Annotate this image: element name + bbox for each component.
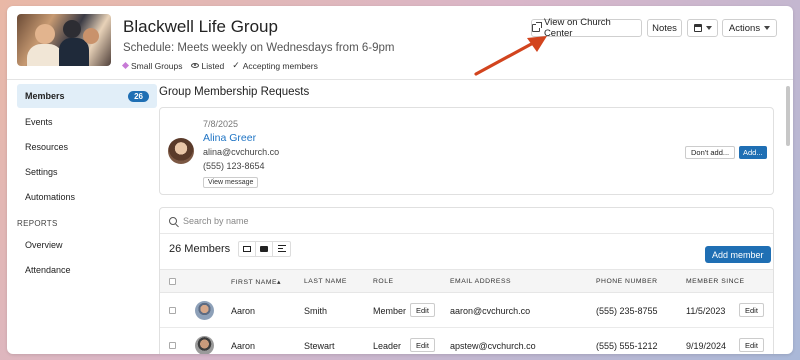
sidebar-item-events[interactable]: Events — [17, 109, 157, 134]
sidebar-item-settings[interactable]: Settings — [17, 159, 157, 184]
table-header: FIRST NAME▴ LAST NAME ROLE EMAIL ADDRESS… — [160, 269, 773, 293]
select-all-checkbox[interactable] — [169, 278, 176, 285]
cell-role: Leader — [373, 341, 402, 351]
cell-role: Member — [373, 306, 407, 316]
printer-icon — [260, 245, 269, 252]
cell-member-since: 11/5/2023 — [686, 306, 726, 316]
search-input[interactable] — [183, 215, 483, 226]
group-schedule: Schedule: Meets weekly on Wednesdays fro… — [123, 42, 395, 54]
requester-email: alina@cvchurch.co — [203, 147, 280, 157]
sidebar-item-members[interactable]: Members 26 — [17, 84, 157, 108]
annotation-arrow — [474, 36, 547, 76]
envelope-icon — [243, 245, 252, 252]
add-member-button[interactable]: Add member — [705, 246, 771, 263]
diamond-icon — [121, 61, 130, 70]
cell-phone: (555) 235-8755 — [596, 306, 658, 316]
edit-role-button[interactable]: Edit — [410, 338, 435, 352]
chevron-down-icon — [764, 26, 771, 30]
table-row[interactable]: Aaron Smith Member Edit aaron@cvchurch.c… — [160, 294, 773, 328]
actions-button[interactable]: Actions — [722, 19, 777, 37]
requester-phone: (555) 123-8654 — [203, 161, 265, 171]
membership-request-card: 7/8/2025 Alina Greer alina@cvchurch.co (… — [159, 107, 774, 195]
search-icon — [169, 216, 177, 225]
column-header-role[interactable]: ROLE — [373, 278, 394, 285]
print-button[interactable] — [256, 241, 274, 256]
column-header-phone[interactable]: PHONE NUMBER — [596, 278, 658, 285]
cell-first-name: Aaron — [231, 306, 256, 316]
avatar — [168, 138, 194, 164]
calendar-dropdown-button[interactable] — [687, 19, 718, 37]
cell-last-name: Smith — [304, 306, 328, 316]
row-checkbox[interactable] — [169, 342, 176, 349]
member-count-badge: 26 — [128, 90, 149, 102]
column-header-last-name[interactable]: LAST NAME — [304, 278, 347, 285]
columns-button[interactable] — [273, 242, 290, 256]
avatar — [195, 336, 214, 354]
column-header-first-name[interactable]: FIRST NAME▴ — [231, 278, 281, 286]
requester-name-link[interactable]: Alina Greer — [203, 132, 256, 144]
tag-accepting-members: ✓ Accepting members — [232, 60, 318, 71]
members-count: 26 Members — [169, 242, 231, 255]
table-tools — [238, 240, 292, 257]
chevron-down-icon — [705, 26, 712, 30]
view-message-button[interactable]: View message — [203, 177, 259, 188]
tag-listed: Listed — [190, 61, 224, 71]
sidebar: Members 26 Events Resources Settings Aut… — [17, 84, 157, 282]
cell-email: aaron@cvchurch.co — [450, 306, 531, 316]
page-title: Blackwell Life Group — [123, 17, 278, 36]
members-toolbar: 26 Members — [160, 235, 773, 262]
check-icon: ✓ — [232, 60, 240, 70]
cell-member-since: 9/19/2024 — [686, 341, 727, 351]
row-checkbox[interactable] — [169, 307, 176, 314]
calendar-icon — [693, 24, 702, 32]
avatar — [195, 301, 214, 320]
app-window: Blackwell Life Group Schedule: Meets wee… — [7, 6, 793, 354]
cell-last-name: Stewart — [304, 341, 335, 351]
sidebar-item-automations[interactable]: Automations — [17, 184, 157, 209]
external-link-icon — [532, 22, 542, 32]
cell-first-name: Aaron — [231, 341, 256, 351]
cell-email: apstew@cvchurch.co — [450, 341, 536, 351]
dont-add-button[interactable]: Don't add... — [685, 146, 736, 159]
tag-small-groups: Small Groups — [121, 61, 183, 71]
request-date: 7/8/2025 — [203, 119, 239, 129]
notes-button[interactable]: Notes — [647, 19, 682, 37]
sidebar-item-attendance[interactable]: Attendance — [17, 257, 157, 282]
sidebar-item-resources[interactable]: Resources — [17, 134, 157, 159]
email-button[interactable] — [239, 241, 257, 256]
sidebar-item-overview[interactable]: Overview — [17, 232, 157, 257]
column-header-member-since[interactable]: MEMBER SINCE — [686, 278, 745, 285]
table-row[interactable]: Aaron Stewart Leader Edit apstew@cvchurc… — [160, 329, 773, 354]
column-header-email[interactable]: EMAIL ADDRESS — [450, 278, 511, 285]
edit-role-button[interactable]: Edit — [410, 303, 435, 317]
edit-member-since-button[interactable]: Edit — [739, 338, 764, 352]
list-filter-icon — [277, 245, 286, 252]
group-photo — [17, 14, 111, 66]
search-bar — [160, 208, 773, 234]
reports-heading: REPORTS — [17, 219, 58, 228]
group-header: Blackwell Life Group Schedule: Meets wee… — [7, 6, 793, 80]
members-table-card: 26 Members Add member FIRST NAME▴ LAST N… — [159, 207, 774, 354]
cell-phone: (555) 555-1212 — [596, 341, 658, 351]
sort-ascending-icon: ▴ — [277, 279, 281, 286]
add-request-button[interactable]: Add... — [739, 146, 767, 159]
scrollbar[interactable] — [786, 86, 790, 146]
group-tags: Small Groups Listed ✓ Accepting members — [121, 60, 318, 71]
requests-heading: Group Membership Requests — [159, 86, 310, 98]
eye-icon — [190, 63, 199, 68]
edit-member-since-button[interactable]: Edit — [739, 303, 764, 317]
